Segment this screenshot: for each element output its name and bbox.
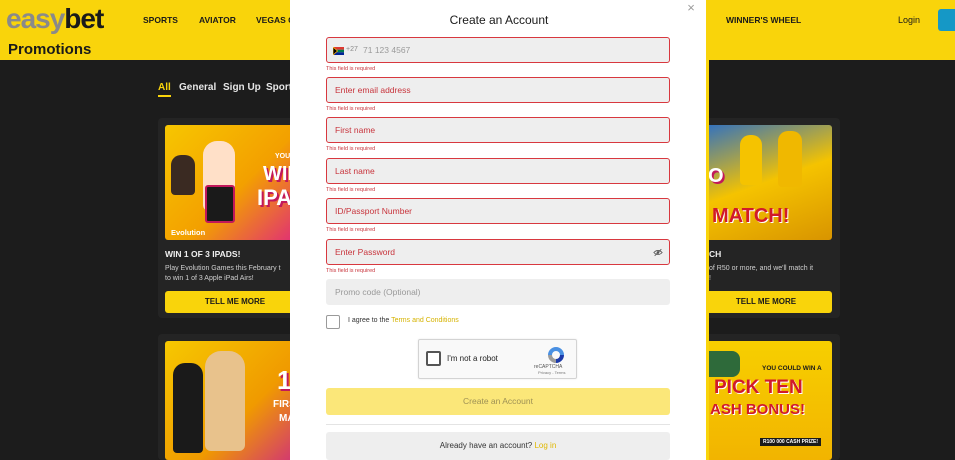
promo-image-pick-ten: YOU COULD WIN A PICK TEN ASH BONUS! R100…	[700, 341, 832, 460]
image-text: O	[708, 165, 724, 187]
tab-sport[interactable]: Sport	[266, 82, 292, 93]
promo-code-field	[326, 279, 670, 305]
image-text: PICK TEN	[714, 377, 803, 398]
nav-sports[interactable]: SPORTS	[143, 15, 178, 25]
login-link[interactable]: Login	[898, 15, 920, 25]
last-name-input[interactable]	[335, 159, 655, 183]
player-figure	[173, 363, 203, 453]
modal-edge-accent	[706, 0, 709, 460]
tell-me-more-button[interactable]: TELL ME MORE	[165, 291, 305, 313]
first-name-input[interactable]	[335, 118, 655, 142]
promo-code-input[interactable]	[335, 280, 655, 304]
easybet-logo[interactable]: easybet	[6, 3, 104, 35]
eye-slash-icon[interactable]	[653, 248, 663, 257]
tab-sign-up[interactable]: Sign Up	[223, 82, 261, 93]
nav-winners-wheel[interactable]: WINNER'S WHEEL	[726, 15, 801, 25]
fan-figure	[740, 135, 762, 185]
recaptcha-logo-icon	[548, 347, 564, 363]
log-in-link[interactable]: Log in	[534, 441, 556, 450]
card-description: Play Evolution Games this February t	[165, 265, 281, 272]
recaptcha-widget: I'm not a robot reCAPTCHA Privacy - Term…	[418, 339, 577, 379]
terms-label: I agree to the Terms and Conditions	[348, 317, 459, 324]
promo-card-pick-ten: YOU COULD WIN A PICK TEN ASH BONUS! R100…	[700, 334, 840, 460]
promo-image-ipads: YOU WIN IPA Evolution	[165, 125, 302, 240]
image-text: ASH BONUS!	[710, 401, 806, 418]
evolution-logo: Evolution	[171, 228, 206, 237]
tell-me-more-button[interactable]: TELL ME MORE	[700, 291, 832, 313]
last-name-field	[326, 158, 670, 184]
tab-general[interactable]: General	[179, 82, 216, 93]
card-description: !	[709, 275, 711, 282]
dial-code: +27	[346, 46, 358, 53]
email-field	[326, 77, 670, 103]
nav-aviator[interactable]: AVIATOR	[199, 15, 236, 25]
terms-checkbox[interactable]	[326, 315, 340, 329]
image-text: YOU COULD WIN A	[762, 365, 822, 372]
recaptcha-label: I'm not a robot	[447, 354, 498, 363]
image-text: IPA	[257, 185, 293, 210]
password-input[interactable]	[335, 240, 655, 264]
error-message: This field is required	[326, 227, 376, 233]
card-description: of R50 or more, and we'll match it	[709, 265, 814, 272]
card-description: to win 1 of 3 Apple iPad Airs!	[165, 275, 254, 282]
error-message: This field is required	[326, 146, 376, 152]
character-figure	[205, 351, 245, 451]
page-title: Promotions	[8, 41, 92, 58]
close-icon[interactable]: ×	[684, 1, 698, 15]
image-text: MATCH!	[712, 205, 790, 227]
promo-card-first-match: 15 FIRST MA	[158, 334, 308, 460]
signup-button[interactable]	[938, 9, 955, 31]
promo-card-ipads: YOU WIN IPA Evolution WIN 1 OF 3 IPADS! …	[158, 118, 308, 318]
card-title: WIN 1 OF 3 IPADS!	[165, 249, 241, 259]
error-message: This field is required	[326, 66, 376, 72]
phone-input[interactable]	[363, 38, 653, 62]
recaptcha-checkbox[interactable]	[426, 351, 441, 366]
card-title: CH	[709, 249, 722, 259]
password-field	[326, 239, 670, 265]
terms-link[interactable]: Terms and Conditions	[391, 317, 459, 324]
promo-image-first-match: 15 FIRST MA	[165, 341, 306, 460]
phone-field: +27	[326, 37, 670, 63]
recaptcha-terms-link[interactable]: Privacy - Terms	[538, 370, 565, 375]
error-message: This field is required	[326, 187, 376, 193]
error-message: This field is required	[326, 268, 376, 274]
id-passport-input[interactable]	[335, 199, 655, 223]
error-message: This field is required	[326, 106, 376, 112]
fan-figure	[778, 131, 802, 187]
create-account-button[interactable]: Create an Account	[326, 388, 670, 415]
prize-badge: R100 000 CASH PRIZE!	[760, 438, 822, 446]
tablet-image	[205, 185, 235, 223]
promo-image-match: O MATCH!	[700, 125, 832, 240]
modal-title: Create an Account	[449, 13, 549, 27]
south-africa-flag-icon[interactable]	[333, 47, 344, 55]
divider	[326, 424, 670, 425]
first-name-field	[326, 117, 670, 143]
image-text: YOU	[275, 153, 291, 160]
promo-card-match: O MATCH! CH of R50 or more, and we'll ma…	[700, 118, 840, 318]
login-prompt: Already have an account? Log in	[326, 432, 670, 460]
create-account-modal: Create an Account × +27 This field is re…	[290, 0, 708, 460]
tab-all[interactable]: All	[158, 82, 171, 97]
nav-vegas-games[interactable]: VEGAS G	[256, 15, 295, 25]
person-figure	[171, 155, 195, 195]
id-passport-field	[326, 198, 670, 224]
email-input[interactable]	[335, 78, 655, 102]
